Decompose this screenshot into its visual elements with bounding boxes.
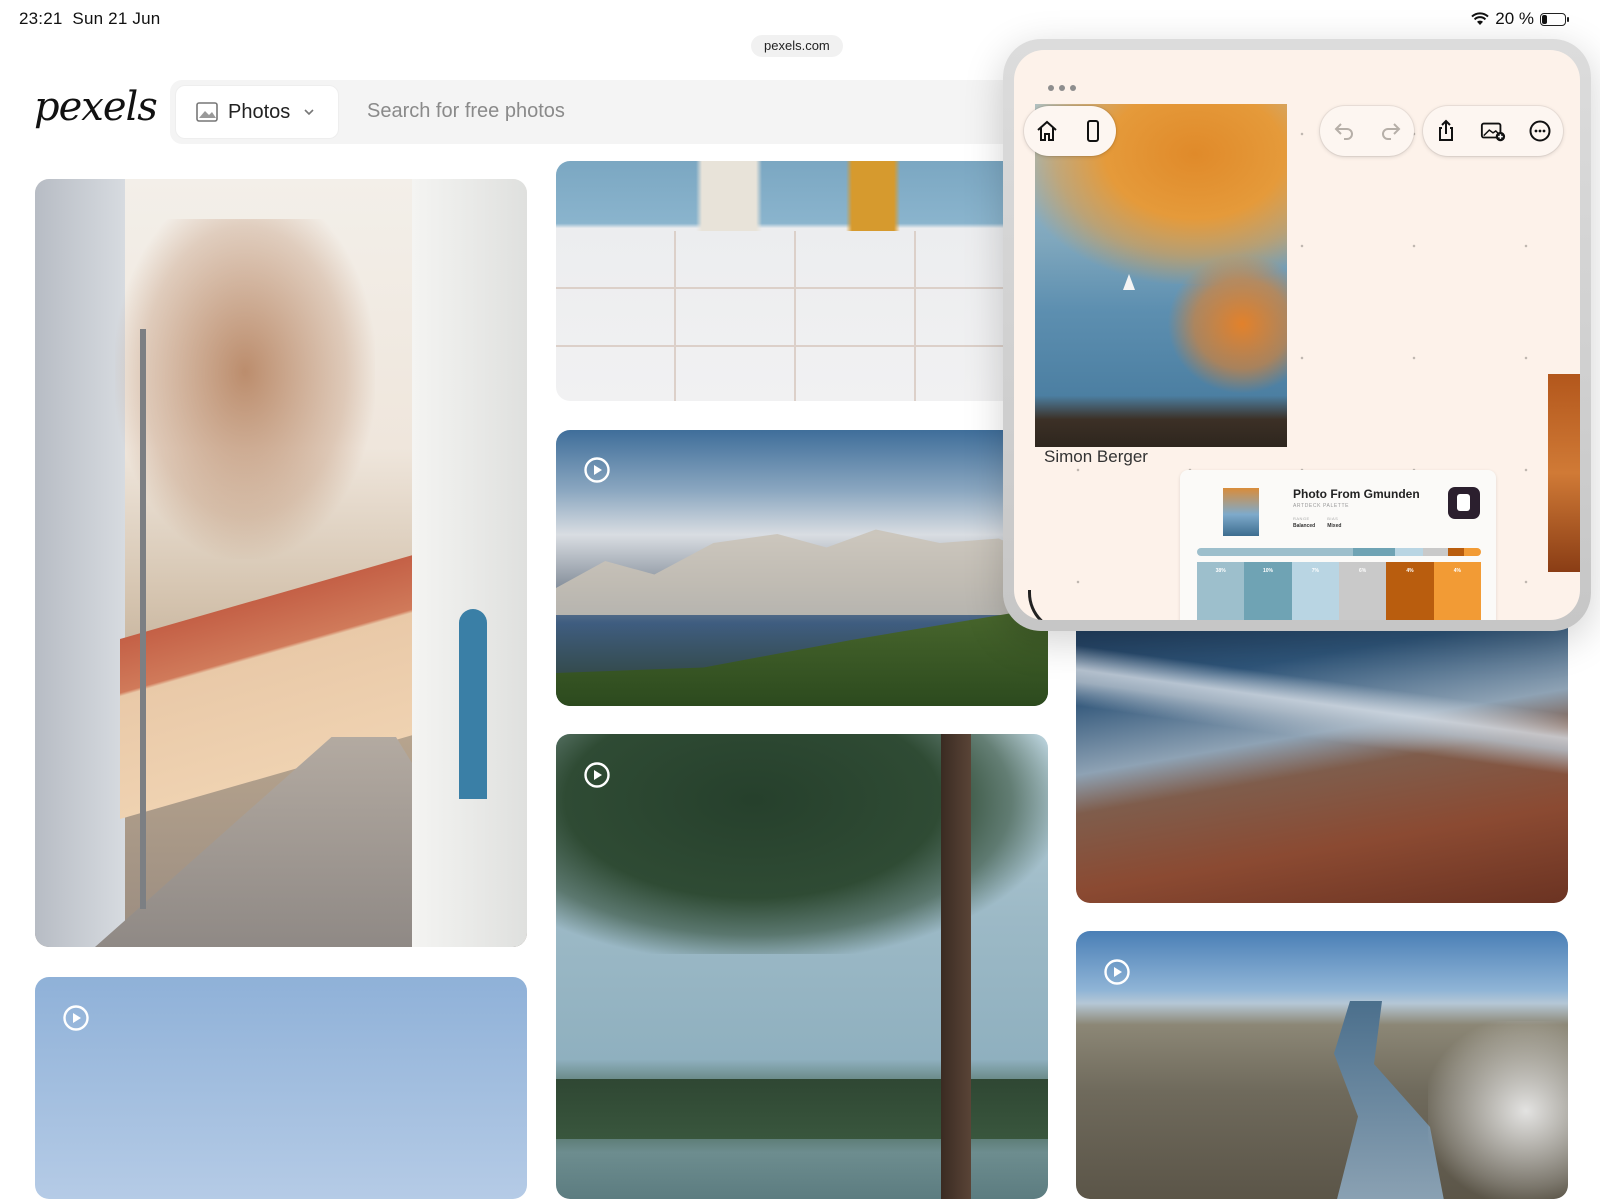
artdeck-app-icon — [1448, 487, 1480, 519]
video-river[interactable] — [1076, 931, 1568, 1199]
video-mountains[interactable] — [556, 430, 1048, 706]
add-image-icon[interactable] — [1480, 118, 1506, 144]
battery-percent: 20 % — [1495, 9, 1534, 28]
palette-bar-segment — [1197, 548, 1354, 556]
photo-caption[interactable]: Simon Berger — [1044, 447, 1148, 467]
palette-swatch: 7% — [1291, 562, 1339, 620]
photo-detail — [556, 1079, 1048, 1139]
palette-swatch: 4% — [1386, 562, 1434, 620]
redo-icon[interactable] — [1378, 118, 1404, 144]
video-pine[interactable] — [556, 734, 1048, 1199]
photo-detail — [1428, 1021, 1568, 1199]
video-play-icon — [584, 762, 610, 788]
search-type-dropdown[interactable]: Photos — [176, 86, 338, 138]
more-icon[interactable] — [1527, 118, 1553, 144]
search-type-label: Photos — [228, 100, 291, 123]
palette-thumbnail — [1223, 488, 1259, 536]
resize-handle[interactable] — [1028, 590, 1071, 620]
palette-subtitle: ARTDECK PALETTE — [1293, 503, 1350, 509]
wifi-icon — [1471, 12, 1489, 25]
date: Sun 21 Jun — [72, 9, 161, 28]
palette-meta-bias: BIAS Mixed — [1327, 516, 1342, 529]
palette-swatches: 38% 10% 7% 6% 4% 4% — [1197, 562, 1481, 620]
photo-detail — [140, 329, 146, 909]
palette-bar-segment — [1394, 548, 1424, 556]
palette-bar — [1197, 548, 1481, 556]
search-input[interactable]: Search for free photos — [367, 100, 565, 123]
palette-swatch: 38% — [1197, 562, 1245, 620]
photo-detail — [459, 609, 487, 799]
palette-meta: RANGE Balanced BIAS Mixed — [1293, 516, 1341, 529]
window-menu-dots[interactable] — [1048, 85, 1076, 91]
device-icon[interactable] — [1080, 118, 1106, 144]
palette-bar-segment — [1423, 548, 1449, 556]
canvas-photo-partial[interactable] — [1548, 374, 1580, 572]
photo-detail — [1167, 254, 1287, 394]
share-icon[interactable] — [1433, 118, 1459, 144]
photo-detail — [1334, 1001, 1446, 1199]
battery-icon — [1540, 12, 1569, 26]
home-icon[interactable] — [1034, 118, 1060, 144]
photo-detail — [556, 231, 1048, 401]
search-bar[interactable]: Photos Search for free photos — [170, 80, 1030, 144]
video-play-icon — [584, 457, 610, 483]
photo-street[interactable] — [35, 179, 527, 947]
video-sky[interactable] — [35, 977, 527, 1199]
pexels-logo[interactable]: pexels — [34, 84, 158, 130]
toolbar-history — [1320, 106, 1414, 156]
palette-bar-segment — [1448, 548, 1465, 556]
palette-swatch: 4% — [1433, 562, 1481, 620]
undo-icon[interactable] — [1331, 118, 1357, 144]
status-time: 23:21 Sun 21 Jun — [19, 9, 160, 29]
palette-bar-segment — [1353, 548, 1395, 556]
photo-detail — [1076, 643, 1568, 777]
photo-detail — [556, 734, 1048, 954]
url-pill[interactable]: pexels.com — [751, 35, 843, 57]
chevron-down-icon — [304, 109, 314, 116]
photo-detail — [666, 161, 966, 231]
palette-swatch: 10% — [1244, 562, 1292, 620]
photo-beach-steps[interactable] — [556, 161, 1048, 401]
palette-bar-segment — [1464, 548, 1481, 556]
photo-detail — [556, 529, 1048, 615]
palette-meta-range: RANGE Balanced — [1293, 516, 1316, 529]
video-play-icon — [63, 1005, 89, 1031]
image-icon — [196, 102, 218, 122]
photo-detail — [1123, 274, 1135, 290]
palette-title: Photo From Gmunden — [1293, 487, 1420, 501]
toolbar-actions — [1423, 106, 1563, 156]
photo-detail — [941, 734, 971, 1199]
palette-swatch: 6% — [1338, 562, 1387, 620]
palette-card[interactable]: Photo From Gmunden ARTDECK PALETTE RANGE… — [1180, 470, 1496, 620]
photo-sea-beach[interactable] — [1076, 600, 1568, 903]
toolbar-left — [1024, 106, 1116, 156]
photo-detail — [412, 179, 527, 947]
video-play-icon — [1104, 959, 1130, 985]
floating-window[interactable]: Simon Berger Photo From Gmunden ARTDECK … — [1014, 50, 1580, 620]
battery-level — [1542, 14, 1547, 24]
status-indicators: 20 % — [1471, 9, 1569, 29]
photo-detail — [115, 219, 375, 559]
clock: 23:21 — [19, 9, 63, 28]
photo-detail — [35, 179, 125, 947]
